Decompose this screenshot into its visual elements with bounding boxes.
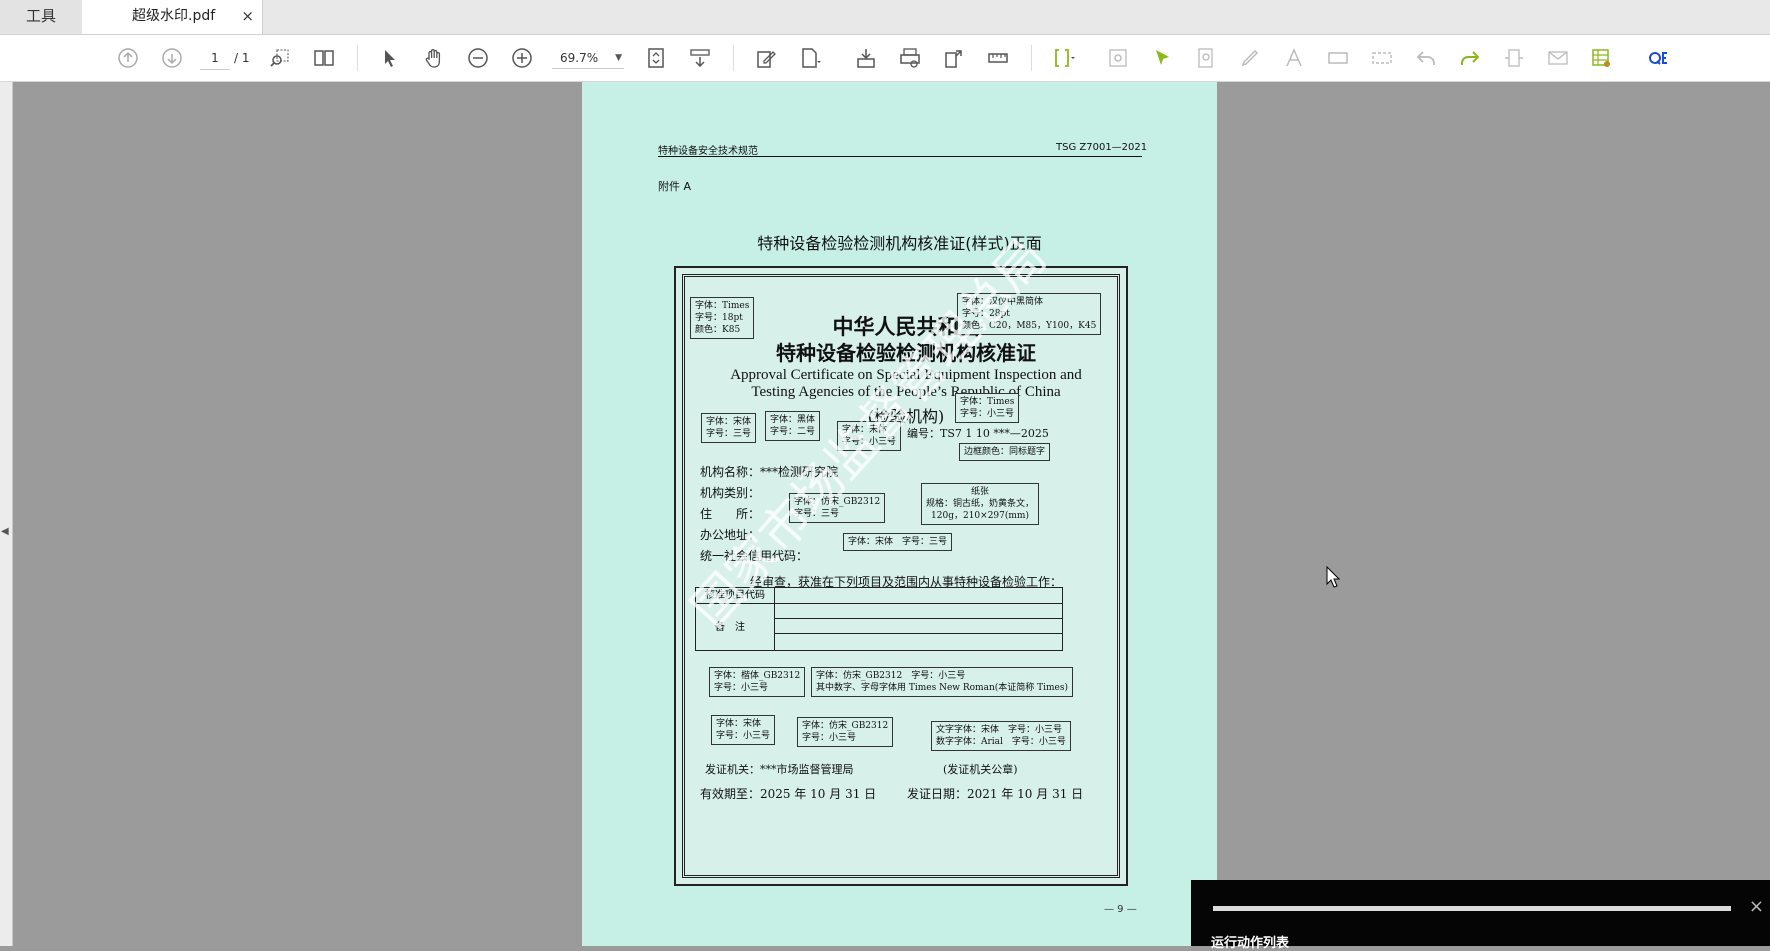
font-note: 字体：仿宋_GB2312 字号：小三号 xyxy=(797,717,894,747)
mail-icon[interactable] xyxy=(1544,44,1572,72)
tab-tools[interactable]: 工具 xyxy=(0,0,83,33)
attachment-label: 附件 A xyxy=(658,180,692,193)
pdf-page: 特种设备安全技术规范 TSG Z7001—2021 附件 A 特种设备检验检测机… xyxy=(582,82,1217,946)
convert-icon[interactable] xyxy=(940,44,968,72)
paper-note: 纸张 规格：铜古纸，奶黄条文， 120g，210×297(mm) xyxy=(921,483,1040,525)
progress-bar xyxy=(1213,906,1731,911)
page-header-right: TSG Z7001—2021 xyxy=(1056,142,1148,153)
cert-org-type: 机构类别： xyxy=(700,486,761,500)
zoom-select[interactable]: 69.7% ▼ xyxy=(552,47,624,69)
font-note: 字体：宋体 字号：三号 xyxy=(701,413,757,443)
text-tool-icon[interactable] xyxy=(1280,44,1308,72)
tab-close-icon[interactable]: × xyxy=(241,0,254,32)
zoom-out-icon[interactable] xyxy=(464,44,492,72)
two-page-view-icon[interactable] xyxy=(310,44,338,72)
header-rule xyxy=(658,156,1142,157)
document-menu-icon[interactable] xyxy=(796,44,824,72)
edit-document-icon[interactable] xyxy=(752,44,780,72)
action-list-panel: × 运行动作列表 xyxy=(1191,880,1770,951)
left-panel-strip[interactable]: ◀ xyxy=(0,82,13,946)
font-note: 字体：楷体_GB2312 字号：小三号 xyxy=(709,667,806,697)
export-icon[interactable] xyxy=(852,44,880,72)
tab-bar: 工具 超级水印.pdf × xyxy=(0,0,1770,35)
font-note: 字体：宋体 字号：小三号 xyxy=(711,715,776,745)
cert-valid-until: 有效期至：2025 年 10 月 31 日 xyxy=(700,787,877,801)
cert-serial: 编号：TS7 1 10 ***—2025 xyxy=(907,427,1049,440)
page-total: / 1 xyxy=(234,51,250,65)
zoom-value: 69.7% xyxy=(560,51,599,65)
settings-icon[interactable] xyxy=(1104,44,1132,72)
hand-tool-icon[interactable] xyxy=(420,44,448,72)
select-cursor-icon[interactable] xyxy=(376,44,404,72)
mouse-cursor-icon xyxy=(1326,565,1341,588)
undo-icon[interactable] xyxy=(1412,44,1440,72)
cert-seal: (发证机关公章) xyxy=(943,763,1018,776)
font-note: 字体：Times 字号：18pt 颜色：K85 xyxy=(690,297,755,339)
dashed-rectangle-icon[interactable] xyxy=(1368,44,1396,72)
previous-page-icon[interactable] xyxy=(114,44,142,72)
qe-logo-icon[interactable] xyxy=(1644,44,1672,72)
toolbar: 1 / 1 69.7% ▼ xyxy=(0,35,1770,82)
pen-icon[interactable] xyxy=(1236,44,1264,72)
crop-bracket-icon[interactable] xyxy=(1050,44,1078,72)
table-settings-icon[interactable] xyxy=(1588,44,1616,72)
font-note: 字体：Times 字号：小三号 xyxy=(955,393,1020,423)
zoom-in-icon[interactable] xyxy=(508,44,536,72)
cert-issuer: 发证机关：***市场监督管理局 xyxy=(705,763,854,776)
font-note: 字体：仿宋_GB2312 字号：小三号 其中数字、字母字体用 Times New … xyxy=(811,667,1073,697)
redo-icon[interactable] xyxy=(1456,44,1484,72)
ruler-icon[interactable] xyxy=(984,44,1012,72)
split-icon[interactable] xyxy=(1500,44,1528,72)
page-number-input[interactable]: 1 xyxy=(200,47,230,70)
tab-document-title: 超级水印.pdf xyxy=(132,8,216,24)
next-page-icon[interactable] xyxy=(158,44,186,72)
chevron-down-icon: ▼ xyxy=(615,53,622,63)
cert-issue-date: 发证日期：2021 年 10 月 31 日 xyxy=(907,787,1084,801)
close-icon[interactable]: × xyxy=(1749,896,1764,917)
font-note: 边框颜色：同标题字 xyxy=(959,443,1051,461)
rectangle-icon[interactable] xyxy=(1324,44,1352,72)
action-list-label: 运行动作列表 xyxy=(1211,936,1290,951)
page-number: — 9 — xyxy=(1104,904,1137,915)
search-doc-icon[interactable] xyxy=(1192,44,1220,72)
find-icon[interactable] xyxy=(266,44,294,72)
expand-panel-icon[interactable]: ◀ xyxy=(1,526,9,537)
font-note: 字体：宋体 字号：三号 xyxy=(843,533,953,551)
document-title: 特种设备检验检测机构核准证(样式)正面 xyxy=(757,234,1042,253)
tab-document[interactable]: 超级水印.pdf × xyxy=(82,0,263,34)
print-preview-icon[interactable] xyxy=(896,44,924,72)
pointer-green-icon[interactable] xyxy=(1148,44,1176,72)
fit-page-icon[interactable] xyxy=(642,44,670,72)
scroll-mode-icon[interactable] xyxy=(686,44,714,72)
font-note: 文字字体：宋体 字号：小三号 数字字体：Arial 字号：小三号 xyxy=(931,721,1071,751)
page-header-left: 特种设备安全技术规范 xyxy=(658,146,758,157)
